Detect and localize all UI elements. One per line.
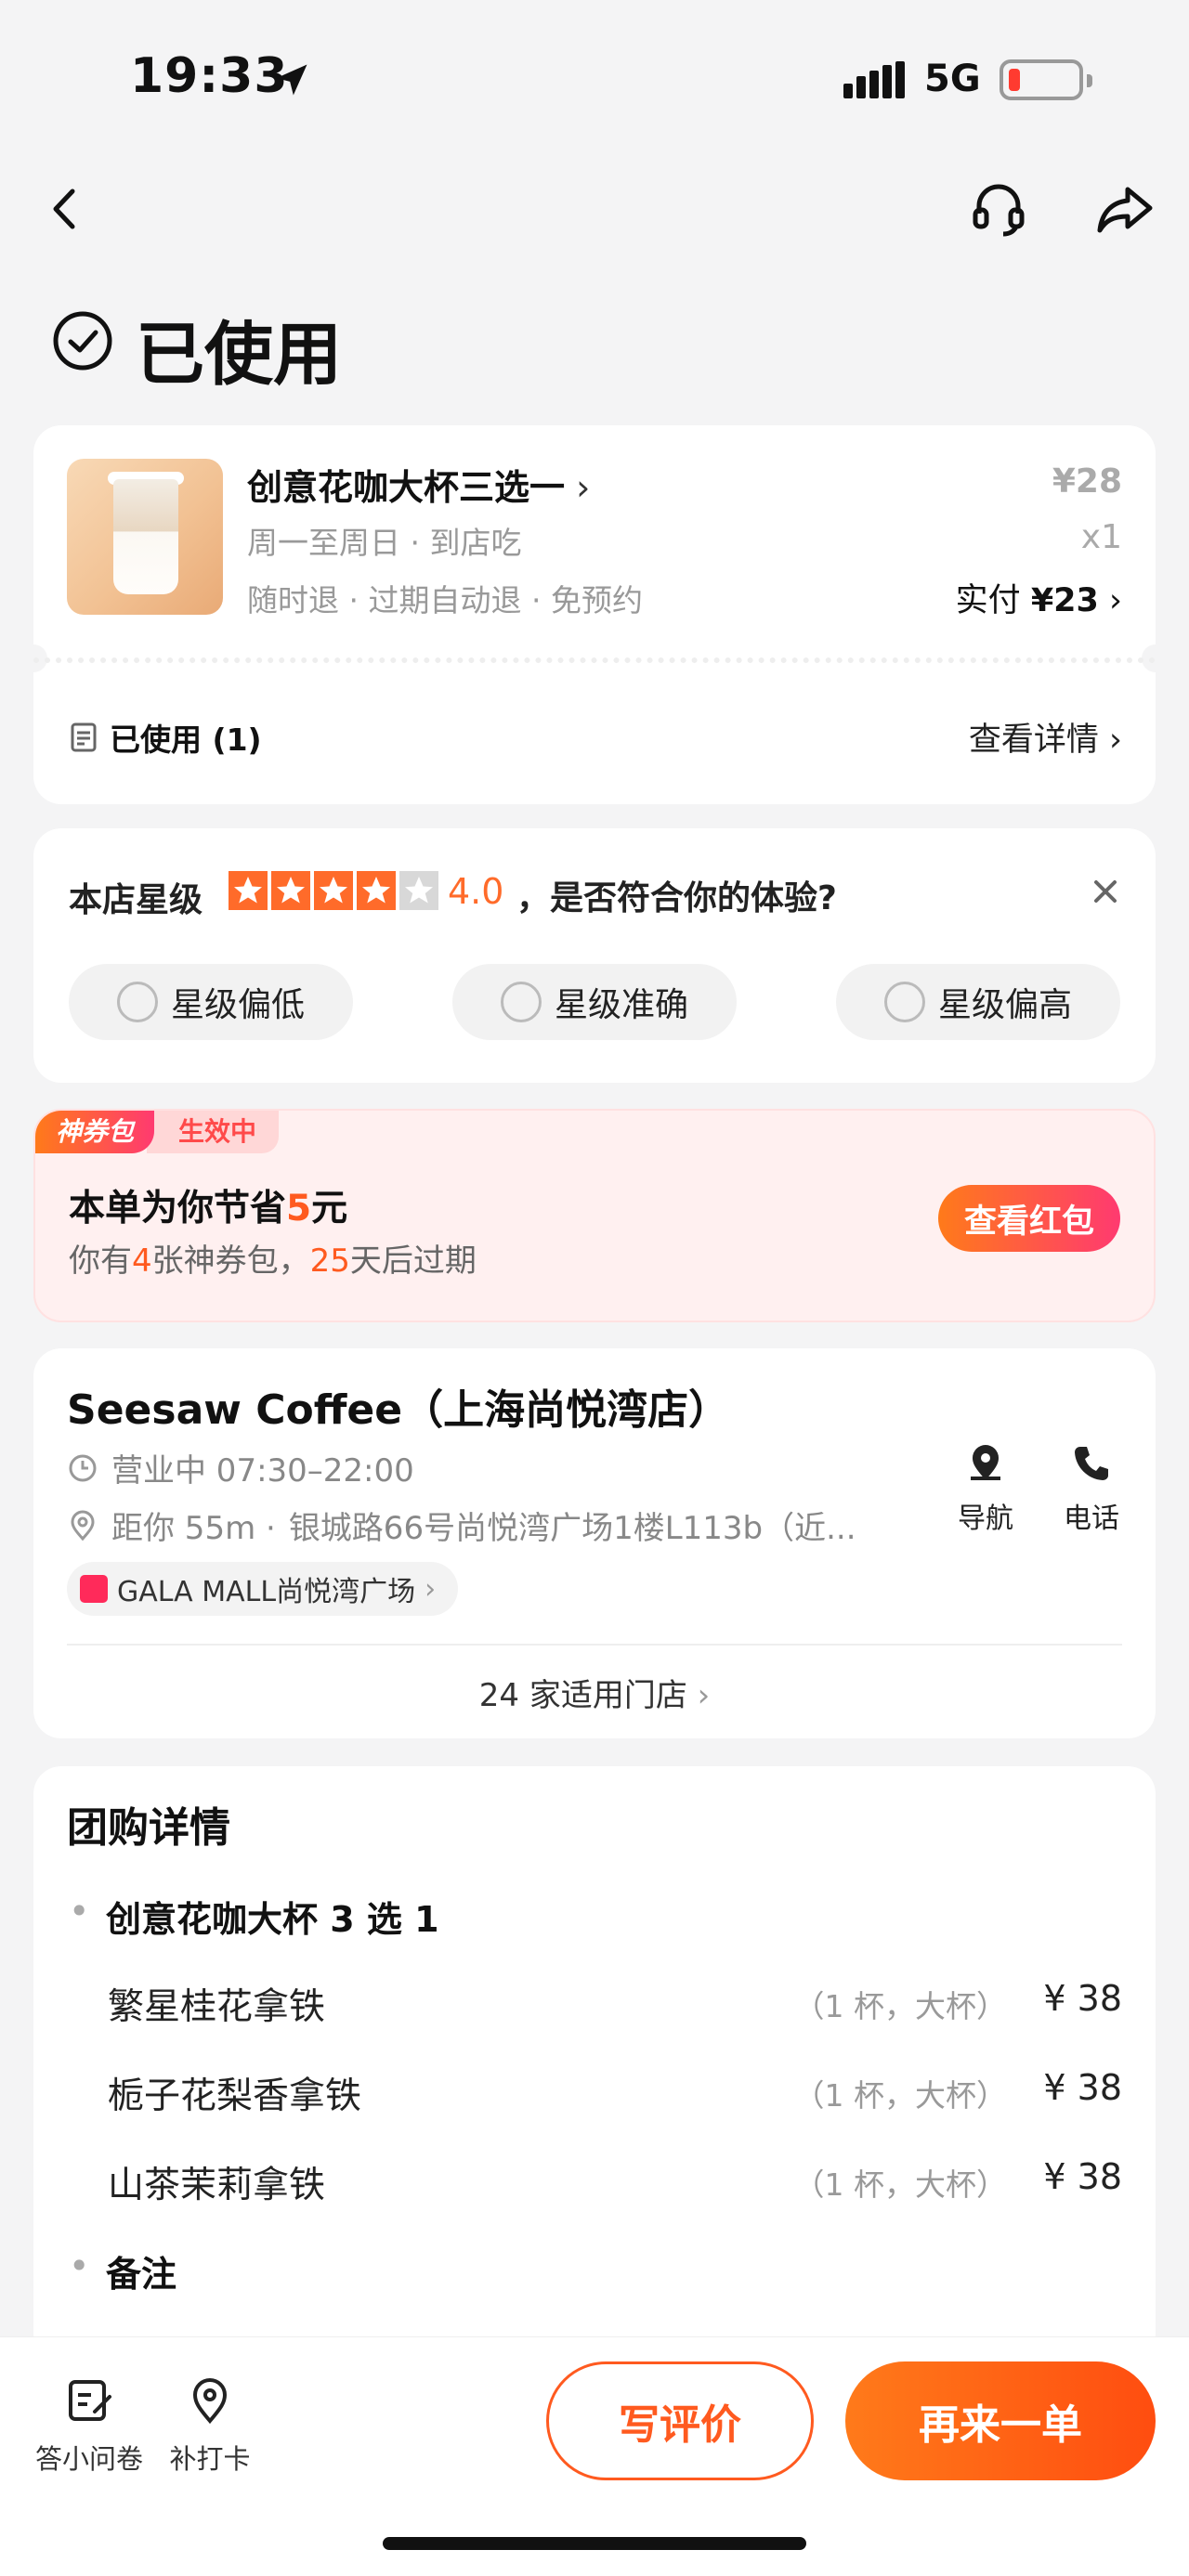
package-item-spec: （1 杯，大杯）	[793, 2166, 1008, 2203]
check-circle-icon	[53, 311, 112, 371]
package-item-name: 繁星桂花拿铁	[108, 1986, 326, 2028]
coupon-status-tag: 生效中	[147, 1111, 280, 1153]
package-item-spec: （1 杯，大杯）	[793, 1988, 1008, 2024]
rating-low-button[interactable]: 星级偏低	[69, 964, 353, 1040]
product-image	[67, 459, 223, 615]
share-icon[interactable]	[1092, 176, 1157, 241]
rating-label: 本店星级	[69, 881, 203, 919]
battery-icon	[1000, 59, 1092, 100]
section-title: 团购详情	[67, 1804, 230, 1852]
customer-service-icon[interactable]	[966, 176, 1031, 241]
star-icon	[314, 871, 353, 910]
original-price: ¥28	[1052, 462, 1122, 501]
close-icon[interactable]	[1089, 875, 1122, 908]
deal-title[interactable]: 创意花咖大杯三选一 ›	[247, 459, 590, 510]
voucher-icon	[71, 722, 97, 752]
smile-icon	[500, 982, 542, 1022]
checkin-button[interactable]: 补打卡	[163, 2374, 256, 2477]
package-item-price: ¥ 38	[1043, 2067, 1122, 2108]
store-address[interactable]: 距你 55m · 银城路66号尚悦湾广场1楼L113b（近...	[67, 1503, 856, 1548]
home-indicator	[383, 2537, 806, 2550]
applicable-stores-link[interactable]: 24 家适用门店 ›	[33, 1670, 1156, 1715]
divider	[67, 1644, 1122, 1646]
rating-high-button[interactable]: 星级偏高	[836, 964, 1120, 1040]
rating-score: 4.0	[448, 871, 504, 912]
quantity: x1	[1080, 518, 1122, 556]
star-rating	[229, 871, 438, 910]
network-type: 5G	[924, 58, 981, 100]
coupon-pack-tag: 神券包	[35, 1111, 155, 1153]
package-item-name: 栀子花梨香拿铁	[108, 2075, 362, 2117]
location-pin-icon	[71, 1510, 95, 1541]
face-icon	[883, 982, 925, 1022]
status-time: 19:33	[130, 48, 289, 104]
deal-refund-info: 随时退 · 过期自动退 · 免预约	[247, 582, 643, 618]
coupon-banner[interactable]: 生效中 神券包 本单为你节省5元 你有4张神券包，25天后过期 查看红包	[33, 1109, 1156, 1322]
view-details-link[interactable]: 查看详情 ›	[969, 713, 1122, 761]
deal-usage-info: 周一至周日 · 到店吃	[247, 525, 522, 561]
mall-icon	[80, 1575, 108, 1603]
used-count: 已使用 (1)	[110, 722, 262, 758]
divider	[33, 657, 1156, 663]
star-icon	[271, 871, 310, 910]
face-icon	[116, 982, 158, 1022]
star-icon	[357, 871, 396, 910]
store-hours: 营业中 07:30–22:00	[67, 1445, 414, 1490]
view-red-packet-button[interactable]: 查看红包	[938, 1185, 1120, 1252]
rating-question: ，是否符合你的体验?	[516, 879, 837, 917]
survey-icon	[69, 2380, 111, 2421]
package-heading: 创意花咖大杯 3 选 1	[106, 1899, 439, 1940]
location-pin-icon	[192, 2378, 228, 2425]
group-details-card: 团购详情 • 创意花咖大杯 3 选 1 繁星桂花拿铁 （1 杯，大杯） ¥ 38…	[33, 1766, 1156, 2361]
navigate-button[interactable]: 导航	[944, 1441, 1027, 1536]
star-empty-icon	[399, 871, 438, 910]
navigation-icon	[971, 1445, 1000, 1480]
package-item-price: ¥ 38	[1043, 1978, 1122, 2019]
coupon-expiry: 你有4张神券包，25天后过期	[69, 1242, 477, 1280]
package-item-price: ¥ 38	[1043, 2156, 1122, 2197]
store-name[interactable]: Seesaw Coffee（上海尚悦湾店）	[67, 1376, 729, 1436]
rating-accurate-button[interactable]: 星级准确	[452, 964, 737, 1040]
package-item-name: 山茶茉莉拿铁	[108, 2165, 326, 2206]
deal-card[interactable]: 创意花咖大杯三选一 › 周一至周日 · 到店吃 随时退 · 过期自动退 · 免预…	[20, 425, 1169, 804]
paid-amount[interactable]: 实付 ¥23 ›	[956, 574, 1122, 621]
reorder-button[interactable]: 再来一单	[845, 2361, 1156, 2480]
clock-icon	[69, 1454, 97, 1481]
phone-icon	[1075, 1447, 1108, 1480]
bullet: •	[69, 1891, 90, 1932]
location-arrow-icon	[276, 64, 307, 96]
back-icon[interactable]	[33, 176, 98, 241]
bullet: •	[69, 2245, 90, 2286]
rating-card: 本店星级 4.0 ，是否符合你的体验? 星级偏低 星级准确 星级偏高	[33, 828, 1156, 1083]
note-heading: 备注	[106, 2254, 177, 2295]
survey-button[interactable]: 答小问卷	[33, 2374, 145, 2477]
star-icon	[229, 871, 268, 910]
coupon-savings: 本单为你节省5元	[69, 1188, 348, 1229]
package-item-spec: （1 杯，大杯）	[793, 2077, 1008, 2114]
signal-icon	[843, 61, 908, 98]
call-button[interactable]: 电话	[1050, 1441, 1133, 1536]
store-card: Seesaw Coffee（上海尚悦湾店） 营业中 07:30–22:00 距你…	[33, 1348, 1156, 1738]
page-title: 已使用	[136, 315, 342, 395]
write-review-button[interactable]: 写评价	[546, 2361, 814, 2480]
mall-tag[interactable]: GALA MALL尚悦湾广场 ›	[67, 1562, 459, 1616]
